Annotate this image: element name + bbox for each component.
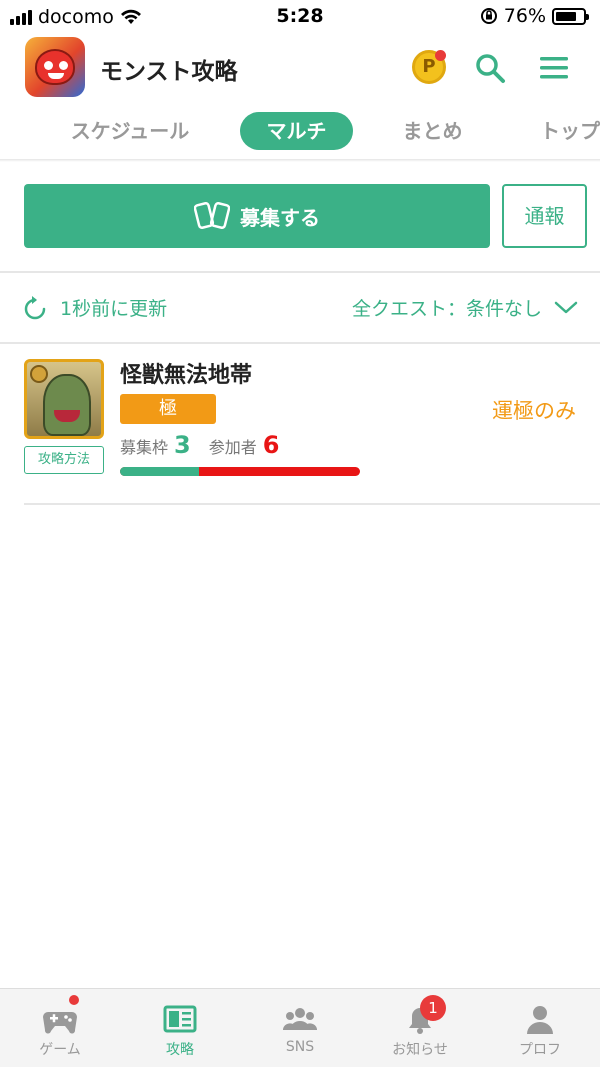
refresh-icon [24, 295, 46, 319]
tab-bar-shadow [0, 159, 600, 162]
app-header: モンスト攻略 P [0, 36, 600, 100]
tab-summary[interactable]: まとめ [385, 112, 480, 150]
tab-schedule[interactable]: スケジュール [60, 112, 200, 150]
quest-monster-thumbnail[interactable] [24, 359, 104, 439]
nav-label: ゲーム [39, 1042, 81, 1058]
section-divider [0, 271, 600, 273]
nav-label: SNS [285, 1039, 315, 1055]
battery-percent: 76% [503, 5, 546, 27]
coin-notification-dot [435, 50, 446, 61]
bottom-nav: ゲーム 攻略 SNS 1 お知らせ プロフ [0, 988, 600, 1067]
slots-label: 募集枠 [120, 438, 169, 457]
quest-counts: 募集枠 3 参加者 6 [120, 431, 279, 459]
nav-label: 攻略 [166, 1042, 194, 1058]
refresh-button[interactable]: 1秒前に更新 [24, 294, 167, 321]
list-top-divider [0, 342, 600, 344]
gamepad-icon [43, 1012, 77, 1034]
difficulty-badge: 極 [120, 394, 216, 424]
nav-sns[interactable]: SNS [240, 989, 360, 1067]
quest-condition: 運極のみ [492, 399, 576, 423]
app-title: モンスト攻略 [100, 59, 238, 85]
status-right: 76% [480, 5, 589, 27]
point-coin-icon[interactable]: P [412, 50, 446, 84]
list-item-divider [24, 503, 600, 505]
nav-profile[interactable]: プロフ [480, 989, 600, 1067]
tab-bar: スケジュール マルチ まとめ トップ [0, 110, 600, 152]
nav-label: お知らせ [392, 1042, 448, 1058]
profile-icon [527, 1006, 553, 1034]
tab-top[interactable]: トップ [525, 112, 600, 150]
report-button[interactable]: 通報 [502, 184, 587, 248]
slots-count: 3 [174, 431, 191, 459]
notification-badge: 1 [420, 995, 446, 1021]
chevron-down-icon [554, 301, 578, 313]
recruit-button[interactable]: 募集する [24, 184, 490, 248]
quest-name: 怪獣無法地帯 [120, 363, 253, 388]
menu-icon[interactable] [538, 54, 570, 82]
nav-game[interactable]: ゲーム [0, 989, 120, 1067]
guide-button[interactable]: 攻略方法 [24, 446, 104, 474]
participants-label: 参加者 [208, 438, 257, 457]
tab-multi[interactable]: マルチ [240, 112, 353, 150]
filter-text: 全クエスト：条件なし [351, 298, 542, 320]
recruit-progress-bar [120, 467, 360, 476]
recruit-label: 募集する [240, 205, 320, 230]
search-icon[interactable] [474, 52, 506, 84]
status-bar: docomo 5:28 76% [0, 0, 600, 36]
quest-list-item[interactable]: 攻略方法 怪獣無法地帯 極 運極のみ 募集枠 3 参加者 6 [0, 345, 600, 503]
recruit-progress-fill [120, 467, 200, 476]
nav-label: プロフ [519, 1042, 561, 1058]
participants-count: 6 [262, 431, 280, 459]
phones-icon [194, 202, 230, 229]
coin-label: P [422, 56, 436, 77]
orientation-lock-icon [480, 8, 497, 24]
nav-news[interactable]: 1 お知らせ [360, 989, 480, 1067]
guide-book-icon [163, 1005, 197, 1033]
nav-guide[interactable]: 攻略 [120, 989, 240, 1067]
updated-text: 1秒前に更新 [60, 298, 168, 320]
quest-filter-dropdown[interactable]: 全クエスト：条件なし [352, 294, 578, 321]
people-icon [283, 1008, 317, 1030]
app-logo[interactable] [25, 37, 85, 97]
battery-icon [552, 7, 589, 25]
game-notification-dot [69, 995, 79, 1005]
